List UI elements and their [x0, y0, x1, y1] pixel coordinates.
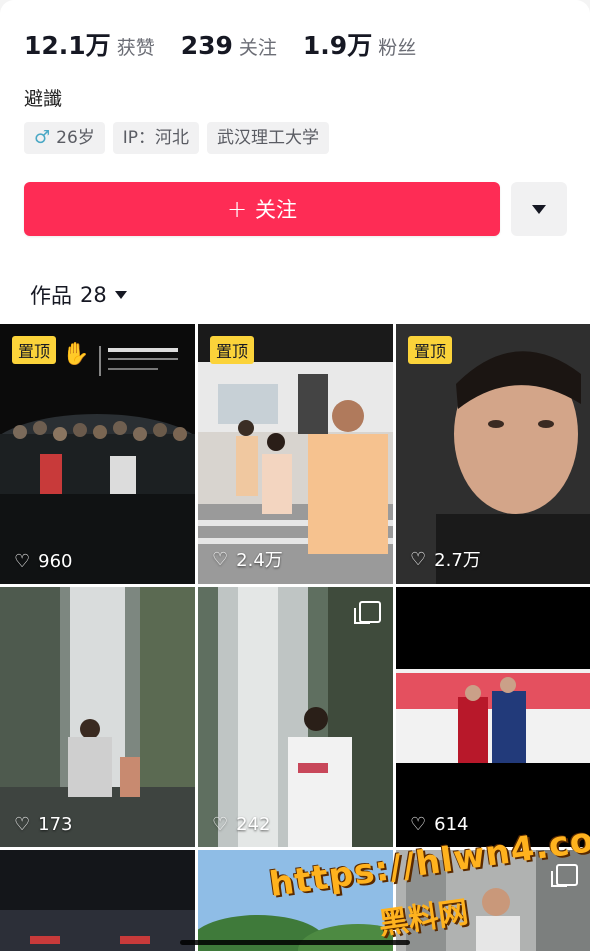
pinned-badge: 置顶	[12, 336, 57, 364]
followers-label: 粉丝	[378, 37, 417, 59]
heart-icon: ♡	[410, 814, 427, 835]
follow-button[interactable]: + 关注	[24, 182, 500, 236]
pinned-badge: 置顶	[408, 336, 453, 364]
pinned-badge: 置顶	[210, 336, 255, 364]
multi-image-icon	[354, 601, 381, 624]
like-count: ♡ 242	[212, 814, 271, 835]
waterfall-photo	[198, 587, 393, 847]
school-tag[interactable]: 武汉理工大学	[207, 122, 330, 154]
hand-icon: ✋	[62, 342, 90, 367]
works-count: 28	[80, 283, 107, 307]
followers-count: 1.9万	[302, 31, 373, 60]
following-stat[interactable]: 239 关注	[181, 31, 277, 60]
male-icon: ♂	[34, 127, 51, 148]
likes-count: 12.1万	[24, 31, 111, 60]
bio-text: 避讖	[24, 88, 63, 110]
video-thumbnail[interactable]: 置顶 ♡ 2.4万	[198, 324, 393, 584]
like-count-text: 173	[38, 814, 73, 835]
follow-label: 关注	[255, 198, 298, 222]
video-thumbnail[interactable]	[0, 850, 195, 951]
school-text: 武汉理工大学	[217, 128, 320, 148]
more-dropdown-button[interactable]	[511, 182, 567, 236]
like-count: ♡ 2.4万	[212, 546, 283, 572]
heart-icon: ♡	[14, 551, 31, 572]
ip-tag: IP：河北	[112, 122, 200, 154]
works-label: 作品	[30, 284, 72, 308]
heart-icon: ♡	[410, 548, 427, 570]
works-tab[interactable]: 作品 28	[30, 280, 127, 310]
heart-icon: ♡	[212, 548, 229, 570]
like-count: ♡ 173	[14, 814, 73, 835]
video-thumbnail[interactable]: ♡ 614	[396, 587, 590, 847]
caret-down-icon	[114, 291, 127, 299]
stats-row: 12.1万 获赞 239 关注 1.9万 粉丝	[24, 26, 442, 62]
like-count-text: 614	[434, 814, 469, 835]
profile-card: 12.1万 获赞 239 关注 1.9万 粉丝 避讖 ♂ 26岁 IP：河北 武…	[0, 0, 590, 951]
video-thumbnail[interactable]: 置顶 ✋ ♡ 960	[0, 324, 195, 584]
profile-tags: ♂ 26岁 IP：河北 武汉理工大学	[24, 122, 330, 154]
age-text: 26岁	[56, 128, 95, 148]
ip-text: IP：河北	[122, 128, 190, 148]
video-thumbnail[interactable]: 置顶 ♡ 2.7万	[396, 324, 590, 584]
arena-photo	[0, 850, 195, 951]
like-count-text: 242	[236, 814, 271, 835]
home-indicator	[180, 940, 410, 945]
like-count-text: 960	[38, 551, 73, 572]
video-thumbnail[interactable]: ♡ 242	[198, 587, 393, 847]
video-thumbnail[interactable]: ♡ 173	[0, 587, 195, 847]
following-count: 239	[180, 31, 233, 60]
multi-image-icon	[551, 864, 578, 887]
likes-stat: 12.1万 获赞	[24, 26, 155, 62]
heart-icon: ♡	[14, 814, 31, 835]
plus-icon: +	[226, 195, 248, 223]
like-count: ♡ 614	[410, 814, 469, 835]
like-count-text: 2.4万	[236, 550, 283, 571]
graduation-photo	[396, 587, 590, 847]
gender-age-tag: ♂ 26岁	[24, 122, 105, 154]
waterfall-photo	[0, 587, 195, 847]
following-label: 关注	[238, 37, 277, 59]
heart-icon: ♡	[212, 814, 229, 835]
caret-down-icon	[532, 204, 546, 214]
like-count: ♡ 2.7万	[410, 546, 481, 572]
likes-label: 获赞	[116, 37, 155, 59]
like-count: ♡ 960	[14, 551, 73, 572]
followers-stat[interactable]: 1.9万 粉丝	[303, 26, 416, 62]
like-count-text: 2.7万	[434, 550, 481, 571]
